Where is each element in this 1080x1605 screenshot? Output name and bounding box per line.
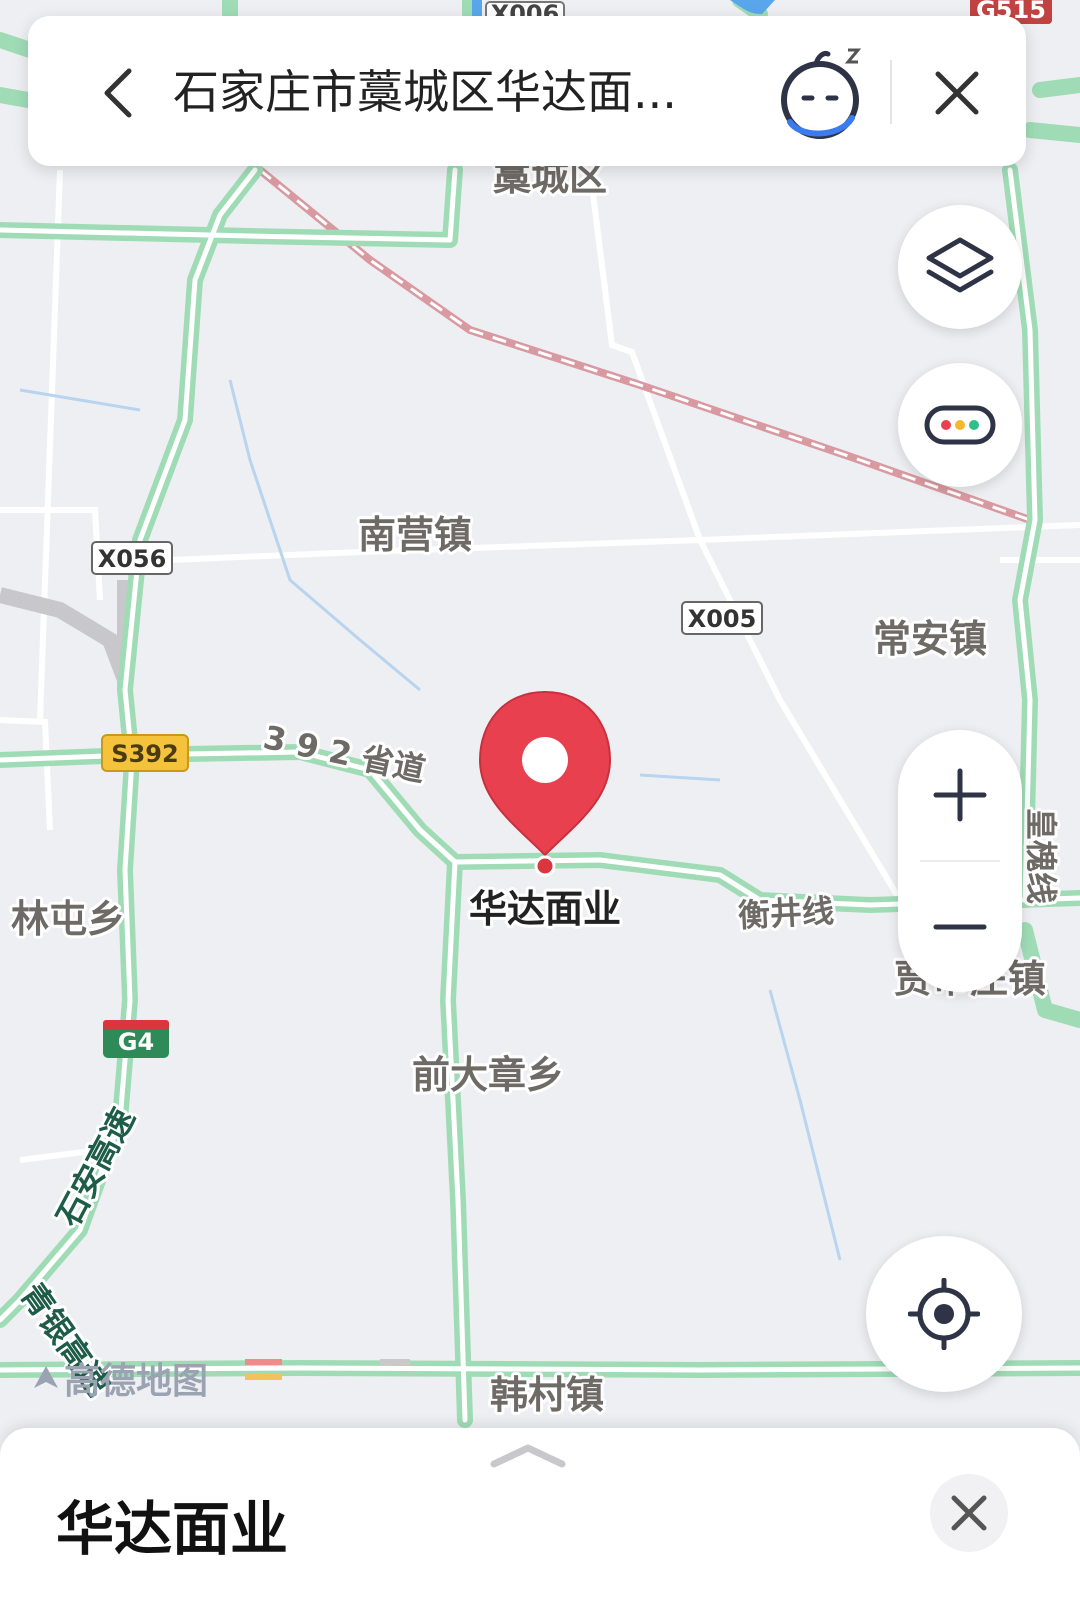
locate-crosshair-icon <box>908 1278 980 1350</box>
shield-s392: S392 <box>101 734 189 772</box>
plus-icon <box>933 768 987 822</box>
road-label-hengjing: 衡井线 <box>737 892 835 935</box>
svg-text:G4: G4 <box>118 1028 154 1056</box>
svg-text:X056: X056 <box>98 545 167 573</box>
label-qiandazhang: 前大章乡 <box>412 1053 564 1097</box>
back-button[interactable] <box>82 58 152 128</box>
searchbar-divider <box>890 60 892 124</box>
svg-text:S392: S392 <box>111 740 178 768</box>
label-nanying: 南营镇 <box>358 513 472 557</box>
map-logo-text: 高德地图 <box>64 1361 209 1402</box>
voice-assistant-button[interactable] <box>776 42 872 142</box>
shield-g4: G4 <box>103 1020 169 1058</box>
zoom-in-button[interactable] <box>898 730 1022 860</box>
label-hancun: 韩村镇 <box>490 1373 604 1417</box>
close-search-button[interactable] <box>922 58 992 128</box>
place-title: 华达面业 <box>56 1495 289 1563</box>
zoom-out-button[interactable] <box>898 862 1022 992</box>
label-lintun: 林屯乡 <box>11 897 125 941</box>
shield-x056: X056 <box>91 541 173 575</box>
assistant-mascot-icon <box>781 48 862 139</box>
close-icon <box>935 71 979 115</box>
minus-icon <box>933 924 987 930</box>
search-bar: 石家庄市藁城区华达面... <box>28 16 1026 166</box>
pin-label[interactable]: 华达面业 <box>466 884 624 934</box>
road-label-huaihe: 皇槐线 <box>1022 808 1060 904</box>
traffic-light-icon <box>924 405 996 445</box>
close-icon <box>951 1495 987 1531</box>
traffic-button[interactable] <box>898 363 1022 487</box>
zoom-control <box>898 730 1022 992</box>
locate-me-button[interactable] <box>866 1236 1022 1392</box>
map-layers-button[interactable] <box>898 205 1022 329</box>
water-channel <box>472 0 482 16</box>
amap-logo-icon <box>34 1366 58 1388</box>
shield-x005: X005 <box>681 601 763 635</box>
map-logo: 高德地图 <box>30 1352 208 1404</box>
svg-text:X005: X005 <box>688 605 757 633</box>
layers-icon <box>926 237 994 293</box>
place-detail-sheet[interactable]: 华达面业 <box>0 1428 1080 1605</box>
search-query[interactable]: 石家庄市藁城区华达面... <box>173 56 753 128</box>
chevron-left-icon <box>104 68 132 118</box>
label-changan: 常安镇 <box>873 617 987 661</box>
chevron-up-icon[interactable] <box>490 1442 566 1468</box>
close-sheet-button[interactable] <box>930 1474 1008 1552</box>
